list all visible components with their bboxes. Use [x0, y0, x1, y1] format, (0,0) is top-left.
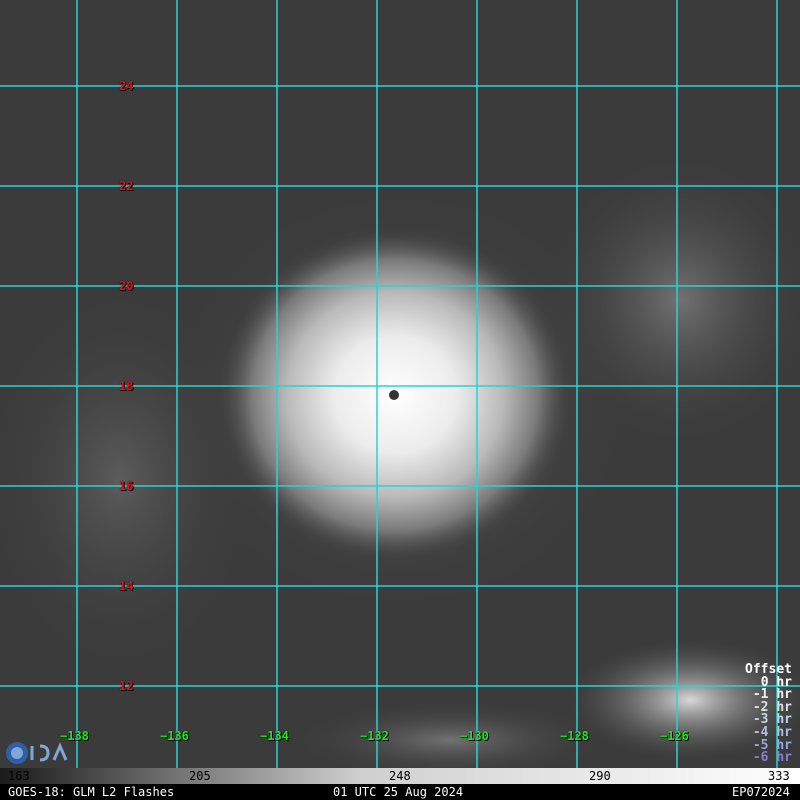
lat-label-14: 14	[119, 579, 134, 593]
footer-product-label: GOES-18: GLM L2 Flashes	[8, 785, 175, 799]
lat-label-16: 16	[119, 479, 134, 493]
lat-label-20: 20	[119, 279, 134, 293]
lon-label-136: −136	[160, 729, 189, 743]
colorbar-tick-333: 333	[768, 769, 790, 783]
lon-label-134: −134	[260, 729, 289, 743]
lat-label-18: 18	[119, 379, 134, 393]
offset-legend-item: -6 hr	[752, 750, 792, 766]
colorbar-tick-163: 163	[8, 769, 30, 783]
colorbar-tick-290: 290	[589, 769, 611, 783]
cira-logo-icon	[6, 742, 68, 764]
satellite-map-viewer: 24 22 20 18 16 14 12 −138 −136 −134 −132…	[0, 0, 800, 800]
lat-label-24: 24	[119, 79, 134, 93]
lon-label-132: −132	[360, 729, 389, 743]
lat-label-12: 12	[119, 679, 134, 693]
colorbar-tick-205: 205	[189, 769, 211, 783]
offset-legend: Offset 0 hr -1 hr -2 hr -3 hr -4 hr -5 h…	[745, 663, 792, 766]
hurricane-eye-icon	[389, 390, 399, 400]
footer-timestamp: 01 UTC 25 Aug 2024	[333, 785, 464, 799]
lon-label-130: −130	[460, 729, 489, 743]
lon-label-126: −126	[660, 729, 689, 743]
lat-label-22: 22	[119, 179, 134, 193]
footer-storm-id: EP072024	[732, 785, 790, 799]
lon-label-128: −128	[560, 729, 589, 743]
colorbar-tick-248: 248	[389, 769, 411, 783]
footer-bar: GOES-18: GLM L2 Flashes 01 UTC 25 Aug 20…	[0, 784, 800, 800]
